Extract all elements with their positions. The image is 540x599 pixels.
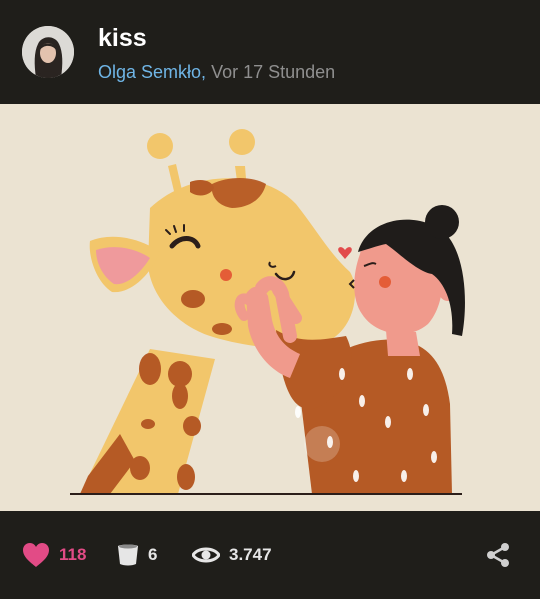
post-title: kiss	[98, 24, 147, 52]
post-timestamp: Vor 17 Stunden	[211, 62, 336, 82]
post-byline: Olga Semkło, Vor 17 Stunden	[98, 62, 335, 83]
avatar-portrait	[22, 26, 74, 78]
author-avatar[interactable]	[22, 26, 74, 78]
view-count: 3.747	[229, 545, 272, 564]
share-icon	[487, 543, 509, 567]
post-artwork[interactable]	[0, 104, 540, 511]
like-button[interactable]: 118	[22, 541, 86, 569]
share-button[interactable]	[484, 541, 512, 569]
like-count: 118	[59, 545, 87, 564]
giraffe-kiss-illustration	[70, 129, 465, 495]
author-link[interactable]: Olga Semkło,	[98, 62, 206, 82]
reblog-count: 6	[148, 545, 158, 564]
heart-icon	[23, 543, 49, 567]
eye-icon	[192, 547, 220, 563]
post-header: kiss Olga Semkło, Vor 17 Stunden	[0, 0, 540, 104]
views-stat: 3.747	[192, 541, 272, 569]
post-actions-bar: 118 6 3.747	[0, 511, 540, 599]
reblog-button[interactable]: 6	[117, 541, 157, 569]
cup-icon	[118, 544, 138, 566]
